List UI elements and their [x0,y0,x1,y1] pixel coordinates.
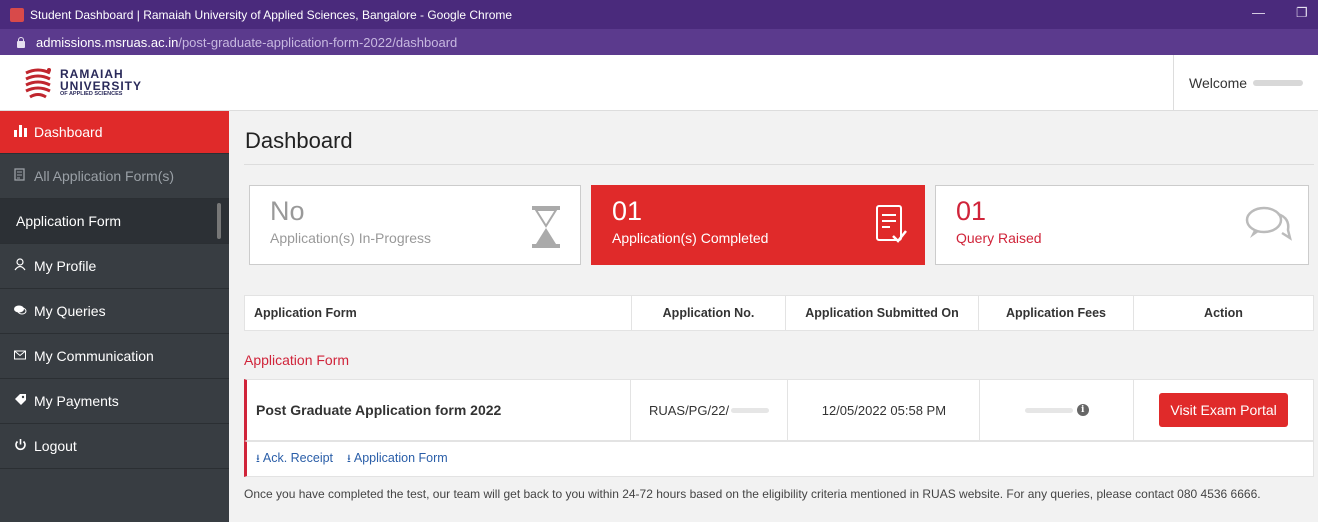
sidebar-item-label: My Queries [34,303,106,319]
hourglass-icon [532,206,560,248]
sidebar-item-logout[interactable]: Logout [0,424,229,469]
welcome-label: Welcome [1189,74,1248,91]
section-label-application-form: Application Form [244,352,350,368]
redacted-fees [1024,407,1073,413]
sidebar-item-my-profile[interactable]: My Profile [0,244,229,289]
window-title: Student Dashboard | Ramaiah University o… [30,7,513,22]
download-icon: ⭳ [256,452,260,465]
app-header: RAMAIAH UNIVERSITY OF APPLIED SCIENCES W… [0,55,1318,111]
main-content: Dashboard No Application(s) In-Progress … [229,111,1318,522]
ack-receipt-link[interactable]: ⭳ Ack. Receipt [256,450,333,469]
visit-exam-portal-button[interactable]: Visit Exam Portal [1159,393,1288,427]
info-icon[interactable]: i [1076,404,1089,416]
sidebar-item-label: Logout [34,438,77,454]
logo-text-line3: OF APPLIED SCIENCES [60,91,123,98]
applications-table-header: Application Form Application No. Applica… [244,295,1314,331]
lock-icon [16,36,26,48]
cell-action: Visit Exam Portal [1134,380,1313,440]
page-title: Dashboard [245,128,353,153]
document-icon [12,168,28,184]
column-header-submitted-on: Application Submitted On [786,296,979,330]
stat-label: Application(s) In-Progress [270,230,432,246]
chat-bubbles-icon [1245,206,1292,241]
sidebar-item-label: Dashboard [34,124,103,140]
user-welcome-menu[interactable]: Welcome [1173,55,1318,110]
sidebar-item-label: My Communication [34,348,154,364]
university-logo[interactable]: RAMAIAH UNIVERSITY OF APPLIED SCIENCES [22,65,142,101]
link-label: Application Form [353,450,448,465]
info-note: Once you have completed the test, our te… [244,487,1261,501]
cell-submitted-on: 12/05/2022 05:58 PM [788,380,981,440]
cell-application-no: RUAS/PG/22/ [631,380,789,440]
envelope-icon [12,349,28,363]
sidebar-item-my-communication[interactable]: My Communication [0,334,229,379]
sidebar: Dashboard All Application Form(s) Applic… [0,111,229,522]
redacted-application-no [731,407,770,413]
application-form-download-link[interactable]: ⭳ Application Form [347,450,448,469]
table-row: Post Graduate Application form 2022 RUAS… [244,379,1314,441]
stat-label: Application(s) Completed [612,230,769,246]
column-header-application-form: Application Form [245,296,632,330]
download-links-row: ⭳ Ack. Receipt ⭳ Application Form [244,441,1314,477]
sidebar-item-dashboard[interactable]: Dashboard [0,111,229,154]
sidebar-subitem-application-form[interactable]: Application Form [0,199,229,244]
chat-icon [12,304,28,319]
user-icon [12,258,28,274]
stat-value: No [270,196,305,226]
cell-form-name: Post Graduate Application form 2022 [247,380,631,440]
download-icon: ⭳ [347,452,351,465]
stat-value: 01 [956,196,987,226]
sidebar-item-label: My Payments [34,393,119,409]
checklist-icon [876,205,907,243]
tag-icon [12,393,28,409]
browser-title-bar: Student Dashboard | Ramaiah University o… [0,0,1318,29]
stat-card-in-progress[interactable]: No Application(s) In-Progress [249,185,581,265]
sidebar-item-my-payments[interactable]: My Payments [0,379,229,424]
stat-label: Query Raised [956,230,1042,246]
university-emblem-icon [25,68,51,99]
stat-card-query-raised[interactable]: 01 Query Raised [935,185,1309,265]
sidebar-item-label: My Profile [34,258,97,274]
bar-chart-icon [12,124,28,140]
cell-fees: i [980,380,1135,440]
stat-value: 01 [612,196,643,226]
column-header-fees: Application Fees [979,296,1134,330]
address-bar[interactable]: admissions.msruas.ac.in/post-graduate-ap… [0,29,1318,55]
application-no-text: RUAS/PG/22/ [648,402,730,418]
stat-card-completed[interactable]: 01 Application(s) Completed [591,185,925,265]
sidebar-item-all-application-forms[interactable]: All Application Form(s) [0,154,229,199]
sidebar-item-label: All Application Form(s) [34,168,175,184]
sidebar-item-my-queries[interactable]: My Queries [0,289,229,334]
url-host: admissions.msruas.ac.in [36,34,179,50]
title-divider [244,164,1314,165]
redacted-username [1253,79,1304,86]
sidebar-item-label: Application Form [16,213,122,229]
column-header-action: Action [1204,306,1243,320]
sidebar-scrollbar[interactable] [217,203,221,239]
link-label: Ack. Receipt [262,450,334,465]
minimize-button[interactable]: — [1252,5,1265,20]
power-icon [12,438,28,454]
site-favicon-icon [10,7,24,22]
restore-button[interactable]: ❐ [1296,5,1308,21]
column-header-application-no: Application No. [632,296,786,330]
url-path: /post-graduate-application-form-2022/das… [178,34,458,50]
